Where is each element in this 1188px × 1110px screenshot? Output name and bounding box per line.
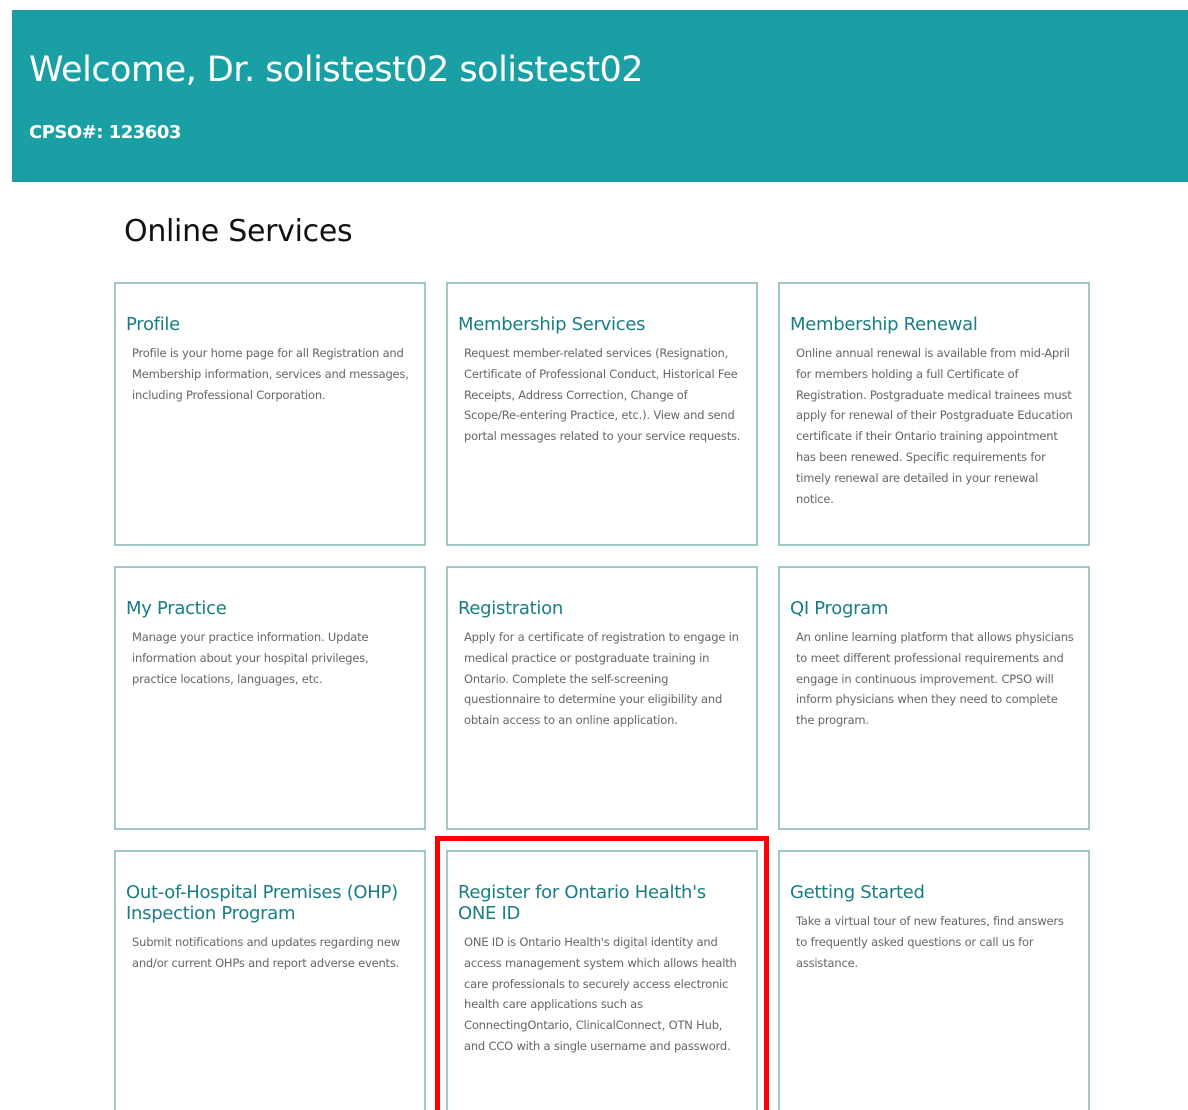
card-title[interactable]: Getting Started bbox=[790, 882, 1078, 903]
getting-started-card[interactable]: Getting Started Take a virtual tour of n… bbox=[778, 850, 1090, 1110]
one-id-card[interactable]: Register for Ontario Health's ONE ID ONE… bbox=[446, 850, 758, 1110]
card-description: Online annual renewal is available from … bbox=[796, 346, 1073, 506]
card-description: Profile is your home page for all Regist… bbox=[132, 346, 409, 402]
registration-card[interactable]: Registration Apply for a certificate of … bbox=[446, 566, 758, 830]
profile-card[interactable]: Profile Profile is your home page for al… bbox=[114, 282, 426, 546]
card-description: ONE ID is Ontario Health's digital ident… bbox=[464, 935, 737, 1053]
welcome-banner: Welcome, Dr. solistest02 solistest02 CPS… bbox=[12, 10, 1188, 182]
card-title[interactable]: My Practice bbox=[126, 598, 414, 619]
card-title[interactable]: Membership Renewal bbox=[790, 314, 1078, 335]
card-description: Manage your practice information. Update… bbox=[132, 630, 369, 686]
card-title[interactable]: QI Program bbox=[790, 598, 1078, 619]
card-title[interactable]: Registration bbox=[458, 598, 746, 619]
card-title[interactable]: Profile bbox=[126, 314, 414, 335]
membership-services-card[interactable]: Membership Services Request member-relat… bbox=[446, 282, 758, 546]
welcome-heading: Welcome, Dr. solistest02 solistest02 bbox=[29, 50, 644, 90]
my-practice-card[interactable]: My Practice Manage your practice informa… bbox=[114, 566, 426, 830]
ohp-inspection-card[interactable]: Out-of-Hospital Premises (OHP) Inspectio… bbox=[114, 850, 426, 1110]
page-title: Online Services bbox=[124, 214, 353, 249]
qi-program-card[interactable]: QI Program An online learning platform t… bbox=[778, 566, 1090, 830]
cpso-number: CPSO#: 123603 bbox=[29, 122, 181, 143]
card-description: Submit notifications and updates regardi… bbox=[132, 935, 400, 970]
card-description: Request member-related services (Resigna… bbox=[464, 346, 741, 444]
card-description: Take a virtual tour of new features, fin… bbox=[796, 914, 1064, 970]
card-title[interactable]: Out-of-Hospital Premises (OHP) Inspectio… bbox=[126, 882, 414, 924]
page: Welcome, Dr. solistest02 solistest02 CPS… bbox=[0, 0, 1188, 1110]
card-description: An online learning platform that allows … bbox=[796, 630, 1074, 728]
card-title[interactable]: Membership Services bbox=[458, 314, 746, 335]
card-title[interactable]: Register for Ontario Health's ONE ID bbox=[458, 882, 746, 924]
membership-renewal-card[interactable]: Membership Renewal Online annual renewal… bbox=[778, 282, 1090, 546]
services-grid: Profile Profile is your home page for al… bbox=[114, 282, 1090, 1110]
card-description: Apply for a certificate of registration … bbox=[464, 630, 739, 728]
